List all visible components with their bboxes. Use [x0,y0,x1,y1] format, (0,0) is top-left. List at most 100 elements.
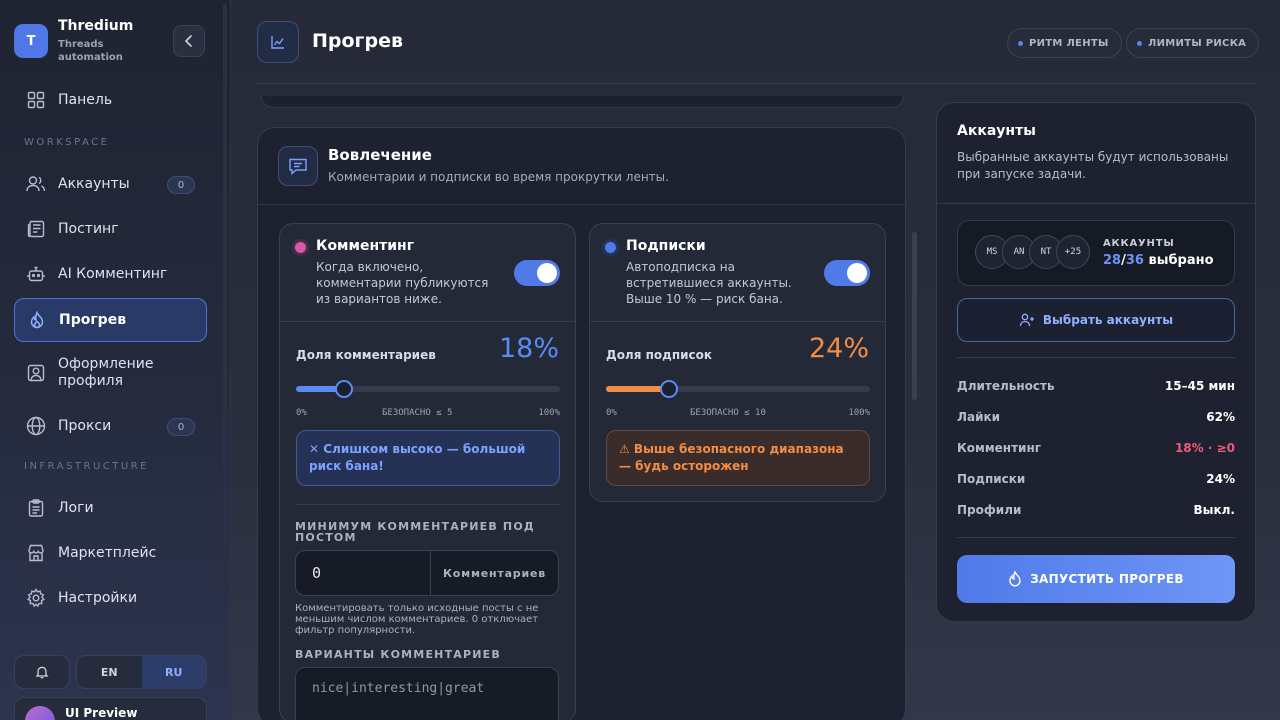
toggle-knob [847,263,867,283]
sidebar-item-warmup[interactable]: Прогрев [14,298,207,342]
avatar [25,706,55,720]
min-comments-input[interactable]: 0 Комментариев [295,550,559,596]
comment-variants-textarea[interactable]: nice|interesting|great [295,667,559,720]
sidebar-item-proxies[interactable]: Прокси 0 [14,404,207,448]
min-comments-unit: Комментариев [443,566,546,580]
min-comments-value: 0 [312,564,322,582]
comment-variants-value: nice|interesting|great [312,681,485,696]
engagement-title: Вовлечение [328,146,432,164]
select-accounts-button[interactable]: Выбрать аккаунты [957,298,1235,342]
clipboard-list-icon [26,498,46,518]
stat-key: Комментинг [957,441,1042,455]
commenting-status-dot [295,242,306,253]
engagement-divider [258,204,905,205]
status-dot [1018,40,1023,46]
commenting-divider [280,321,575,322]
risk-limits-pill[interactable]: ЛИМИТЫ РИСКА [1126,28,1260,58]
sidebar-scrollbar[interactable] [223,4,227,684]
min-comments-divider [295,504,559,505]
engagement-icon [278,146,318,186]
lang-ru-button[interactable]: RU [141,656,206,688]
accounts-subtitle: Выбранные аккаунты будут использованы пр… [957,150,1229,181]
stat-likes: Лайки 62% [957,410,1235,428]
pill-label: ЛИМИТЫ РИСКА [1148,37,1247,49]
stat-value: 24% [1206,472,1235,486]
stat-follows: Подписки 24% [957,472,1235,490]
scale-min: 0% [606,408,617,418]
slider-thumb[interactable] [660,380,679,398]
engagement-subtitle: Комментарии и подписки во время прокрутк… [328,170,669,184]
notifications-button[interactable] [14,655,70,689]
stat-key: Подписки [957,472,1026,486]
sidebar-item-label: Настройки [58,589,138,606]
sidebar-item-accounts[interactable]: Аккаунты 0 [14,162,207,206]
commenting-description: Когда включено, комментарии публикуются … [316,260,489,306]
launch-warmup-button[interactable]: ЗАПУСТИТЬ ПРОГРЕВ [957,555,1235,603]
sidebar-item-settings[interactable]: Настройки [14,576,207,620]
follows-card: Подписки Автоподписка на встретившиеся а… [589,223,886,502]
comment-share-slider[interactable] [296,380,560,398]
follow-risk-alert: ⚠ Выше безопасного диапазона — будь осто… [606,430,870,486]
follow-share-slider[interactable] [606,380,870,398]
grid-icon [26,90,46,110]
accounts-title: Аккаунты [957,123,1036,139]
scale-safe: БЕЗОПАСНО ≤ 10 [690,408,766,418]
sidebar-item-profile-design[interactable]: Оформление профиля [14,351,207,395]
stat-value: 18% · ≥0 [1174,441,1235,455]
newspaper-icon [26,219,46,239]
commenting-toggle[interactable] [514,260,560,286]
sidebar-item-label: Прогрев [59,311,127,328]
more-accounts-avatar: +25 [1056,235,1090,269]
pill-label: РИТМ ЛЕНТЫ [1029,37,1109,49]
min-comments-label: МИНИМУМ КОММЕНТАРИЕВ ПОД ПОСТОМ [295,520,535,544]
follow-share-value: 24% [808,333,869,364]
lang-en-button[interactable]: EN [77,656,142,688]
stat-profiles: Профили Выкл. [957,503,1235,521]
profile-card-icon [26,363,46,383]
users-icon [26,174,46,194]
previous-section-card [261,96,904,108]
chart-line-icon [271,36,284,49]
sidebar-item-label: AI Комментинг [58,265,168,282]
follows-description: Автоподписка на встретившиеся аккаунты. … [626,260,792,306]
feed-rhythm-pill[interactable]: РИТМ ЛЕНТЫ [1007,28,1122,58]
sidebar-item-ai-commenting[interactable]: AI Комментинг [14,252,207,296]
follows-status-dot [605,242,616,253]
selected-accounts-summary: MS AN NT +25 АККАУНТЫ 28/36 выбрано [957,220,1235,286]
follows-divider [590,321,885,322]
content-scrollbar[interactable] [912,232,917,400]
slider-thumb[interactable] [334,380,353,398]
sidebar-item-label: Аккаунты [58,175,130,192]
accounts-count-label: АККАУНТЫ [1103,238,1175,249]
toggle-knob [537,263,557,283]
infrastructure-section-label: INFRASTRUCTURE [24,461,149,472]
header-divider [255,83,1256,84]
sidebar-item-label: Маркетплейс [58,544,157,561]
stat-key: Длительность [957,379,1055,393]
select-accounts-label: Выбрать аккаунты [1042,313,1174,327]
total-count: 36 [1125,253,1144,268]
chevron-left-icon [184,35,192,47]
sidebar-item-dashboard[interactable]: Панель [14,78,207,122]
user-card[interactable]: UI Preview [14,697,207,720]
globe-icon [26,416,46,436]
follows-toggle[interactable] [824,260,870,286]
brand-subtitle: Threads automation [58,39,123,63]
page-title: Прогрев [312,30,403,52]
sidebar-item-marketplace[interactable]: Маркетплейс [14,531,207,575]
sidebar-footer-controls: EN RU [14,655,207,689]
min-comments-help: Комментировать только исходные посты с н… [295,603,539,636]
main-content: Прогрев РИТМ ЛЕНТЫ ЛИМИТЫ РИСКА Вовлечен… [231,0,1280,720]
sidebar-item-label: Постинг [58,220,119,237]
sidebar-item-logs[interactable]: Логи [14,486,207,530]
sidebar-item-label: Панель [58,91,113,108]
sidebar-item-posting[interactable]: Постинг [14,207,207,251]
comment-share-label: Доля комментариев [296,348,436,362]
stat-value: Выкл. [1193,503,1236,517]
stat-key: Лайки [957,410,1001,424]
brand-name: Thredium [58,18,134,34]
collapse-sidebar-button[interactable] [173,25,205,57]
comment-share-value: 18% [498,333,559,364]
store-icon [26,543,46,563]
bot-icon [26,264,46,284]
